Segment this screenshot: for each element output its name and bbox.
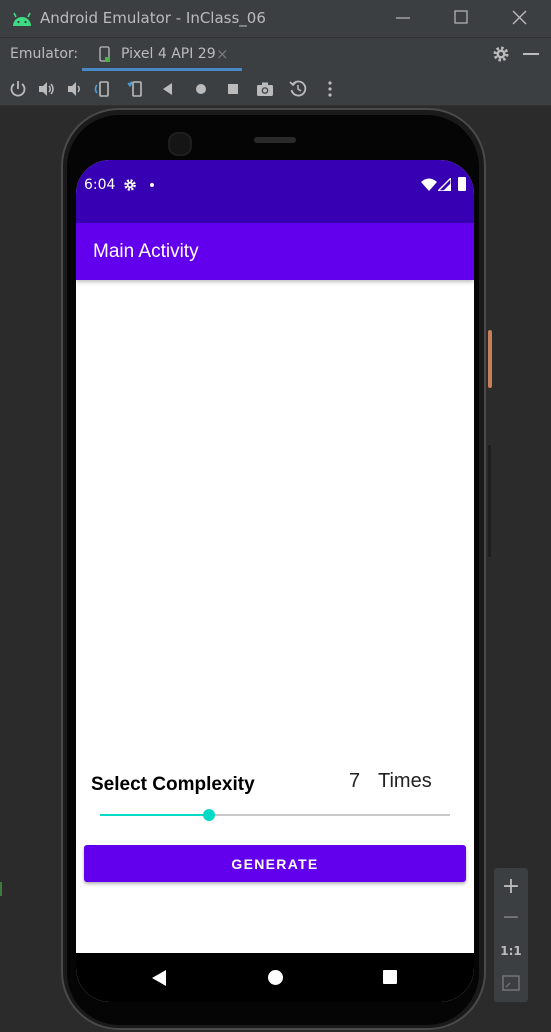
window-titlebar: Android Emulator - InClass_06: [0, 0, 551, 37]
nav-recents-icon[interactable]: [383, 970, 397, 984]
rotate-left-icon[interactable]: [93, 79, 113, 99]
more-options-icon[interactable]: [320, 79, 340, 99]
close-window-icon[interactable]: [505, 6, 535, 30]
volume-down-icon[interactable]: [64, 79, 84, 99]
device-icon: [99, 46, 110, 62]
volume-up-icon[interactable]: [36, 79, 56, 99]
back-icon[interactable]: [158, 79, 178, 99]
nav-home-icon[interactable]: [268, 970, 283, 985]
zoom-actual-size-button[interactable]: 1:1: [494, 936, 528, 966]
gutter-marker: [0, 882, 2, 896]
battery-icon: [458, 177, 466, 191]
device-screen: 6:04 Main Activity Select Complexity 7 T…: [76, 160, 474, 1002]
generate-button[interactable]: GENERATE: [84, 845, 466, 882]
window-title: Android Emulator - InClass_06: [40, 9, 266, 27]
notification-dot-icon: [150, 183, 154, 187]
complexity-slider[interactable]: [100, 806, 450, 824]
app-title: Main Activity: [93, 241, 199, 262]
zoom-fit-icon[interactable]: [494, 968, 528, 998]
emulator-label: Emulator:: [10, 46, 79, 62]
tab-pixel-4-api-29[interactable]: Pixel 4 API 29 ×: [82, 38, 242, 71]
emulator-tabbar: Emulator: Pixel 4 API 29 ×: [0, 37, 551, 71]
camera-icon[interactable]: [255, 79, 275, 99]
zoom-out-button[interactable]: −: [494, 904, 528, 934]
android-logo-icon: [13, 12, 31, 26]
overview-icon[interactable]: [223, 79, 243, 99]
cell-signal-icon: [438, 178, 451, 191]
complexity-count: 7: [349, 770, 361, 792]
zoom-in-button[interactable]: +: [494, 872, 528, 902]
tab-label: Pixel 4 API 29: [121, 46, 216, 62]
app-bar: Main Activity: [76, 223, 474, 280]
settings-gear-icon[interactable]: [491, 44, 511, 64]
hide-panel-icon[interactable]: [523, 53, 539, 55]
restore-snapshot-icon[interactable]: [288, 79, 308, 99]
complexity-unit: Times: [378, 770, 432, 792]
rotate-right-icon[interactable]: [126, 79, 146, 99]
slider-thumb[interactable]: [202, 809, 215, 821]
power-side-button[interactable]: [488, 330, 492, 388]
zoom-controls: + − 1:1: [494, 868, 528, 1002]
volume-side-button[interactable]: [488, 445, 491, 557]
status-time: 6:04: [84, 177, 116, 193]
emulator-toolbar: [0, 71, 551, 106]
minimize-window-icon[interactable]: [388, 6, 418, 30]
power-icon[interactable]: [8, 79, 28, 99]
slider-fill: [100, 814, 209, 816]
maximize-window-icon[interactable]: [446, 6, 476, 30]
front-camera-icon: [168, 132, 192, 156]
status-settings-icon: [124, 179, 136, 191]
home-icon[interactable]: [191, 79, 211, 99]
status-bar: 6:04: [76, 160, 474, 223]
earpiece-speaker: [254, 137, 296, 143]
wifi-icon: [421, 178, 437, 191]
nav-back-icon[interactable]: [152, 970, 166, 986]
navigation-bar: [76, 953, 474, 1002]
select-complexity-label: Select Complexity: [91, 774, 255, 795]
tab-close-icon[interactable]: ×: [216, 45, 229, 63]
